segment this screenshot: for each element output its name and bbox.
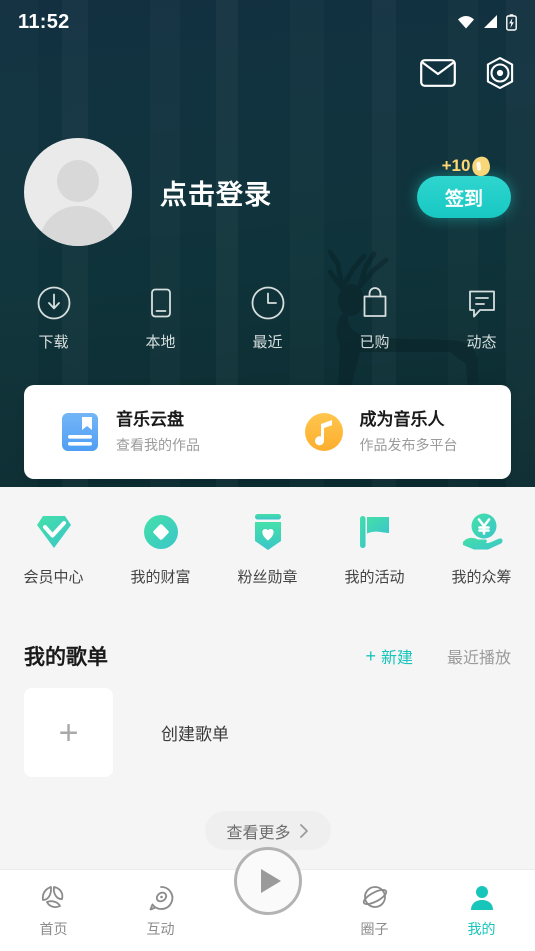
- new-playlist-label: 新建: [380, 650, 413, 667]
- playlist-section-header: 我的歌单 + 新建 最近播放: [0, 636, 535, 676]
- card-title: 成为音乐人: [359, 410, 445, 430]
- play-button[interactable]: [233, 847, 302, 915]
- entry-label: 粉丝勋章: [237, 569, 298, 586]
- entry-item-fan-medal[interactable]: 粉丝勋章: [214, 508, 321, 587]
- settings-icon[interactable]: [479, 52, 521, 94]
- entry-icons-row: 会员中心 我的财富 粉丝勋章 我的活动 我的众筹: [0, 508, 535, 587]
- cellular-signal-icon: [484, 15, 497, 28]
- cloud-disk-card: 音乐云盘 查看我的作品 成为音乐人 作品发布多平台: [24, 385, 511, 479]
- plus-icon: +: [365, 646, 376, 666]
- tab-label: 互动: [146, 920, 175, 937]
- recent-played-button[interactable]: 最近播放: [447, 644, 511, 668]
- header-actions: [417, 52, 521, 94]
- app-screen: 11:52 点击登录 +10 签到 下载 本地 最近 已购 动态 音乐云盘 查看…: [0, 0, 535, 951]
- new-playlist-button[interactable]: + 新建: [365, 644, 413, 668]
- quicknav-item-download[interactable]: 下载: [0, 285, 107, 352]
- avatar[interactable]: [24, 138, 132, 246]
- card-subtitle: 查看我的作品: [116, 436, 200, 453]
- coin-icon: [469, 154, 493, 178]
- signin-reward-badge: +10: [431, 152, 501, 180]
- entry-label: 会员中心: [23, 569, 84, 586]
- cloud-disk-icon: [62, 413, 98, 451]
- signin-area: +10 签到: [417, 152, 515, 218]
- chevron-right-icon: [299, 823, 308, 838]
- quicknav-label: 已购: [359, 334, 390, 351]
- create-playlist-tile[interactable]: +: [24, 688, 113, 777]
- tab-home[interactable]: 首页: [0, 870, 107, 951]
- quicknav-item-activity[interactable]: 动态: [428, 285, 535, 352]
- create-playlist-row[interactable]: + 创建歌单: [24, 688, 511, 777]
- create-playlist-label: 创建歌单: [161, 725, 229, 744]
- entry-item-vip-center[interactable]: 会员中心: [0, 508, 107, 587]
- login-prompt[interactable]: 点击登录: [160, 173, 272, 212]
- tab-label: 圈子: [360, 920, 389, 937]
- quicknav-label: 下载: [38, 334, 69, 351]
- crowdfunding-hand-icon: [462, 513, 502, 550]
- card-title: 音乐云盘: [116, 410, 184, 430]
- circle-community-icon: [362, 885, 387, 908]
- quicknav-label: 最近: [252, 334, 283, 351]
- card-texts: 成为音乐人 作品发布多平台: [360, 409, 458, 455]
- signin-button[interactable]: 签到: [417, 176, 511, 218]
- status-bar: 11:52: [0, 0, 535, 44]
- coin-circle-icon: [143, 515, 178, 549]
- phone-icon: [150, 288, 171, 318]
- card-subtitle: 作品发布多平台: [359, 436, 458, 453]
- quicknav-label: 本地: [145, 334, 176, 351]
- interaction-icon: [149, 885, 173, 910]
- battery-charging-icon: [506, 13, 517, 31]
- card-item-cloud-disk[interactable]: 音乐云盘 查看我的作品: [24, 385, 268, 479]
- message-icon: [468, 290, 495, 318]
- tab-community[interactable]: 圈子: [321, 870, 428, 951]
- clock-icon: [251, 286, 284, 320]
- tab-interaction[interactable]: 互动: [107, 870, 214, 951]
- quicknav-item-purchased[interactable]: 已购: [321, 285, 428, 352]
- vip-diamond-icon: [36, 516, 71, 548]
- entry-item-my-activity[interactable]: 我的活动: [321, 508, 428, 587]
- view-more-label: 查看更多: [226, 824, 291, 842]
- person-icon: [470, 885, 493, 910]
- tab-mine[interactable]: 我的: [428, 870, 535, 951]
- quick-nav-row: 下载 本地 最近 已购 动态: [0, 285, 535, 352]
- avatar-head: [57, 160, 99, 202]
- avatar-body: [39, 206, 117, 246]
- plus-icon: +: [58, 713, 79, 752]
- page-title: 我的歌单: [24, 646, 108, 669]
- view-more-button[interactable]: 查看更多: [204, 811, 331, 850]
- entry-label: 我的活动: [344, 569, 405, 586]
- profile-login-area[interactable]: 点击登录: [24, 138, 272, 246]
- status-icons: [456, 13, 517, 31]
- entry-label: 我的众筹: [451, 569, 512, 586]
- quicknav-item-recent[interactable]: 最近: [214, 285, 321, 352]
- entry-item-my-wealth[interactable]: 我的财富: [107, 508, 214, 587]
- quicknav-item-local[interactable]: 本地: [107, 285, 214, 352]
- card-item-become-musician[interactable]: 成为音乐人 作品发布多平台: [268, 385, 512, 479]
- music-note-icon: [304, 413, 343, 451]
- shopping-bag-icon: [363, 287, 386, 317]
- entry-item-my-crowdfunding[interactable]: 我的众筹: [428, 508, 535, 587]
- flag-icon: [359, 516, 389, 548]
- tab-label: 我的: [467, 920, 496, 937]
- signin-reward-text: +10: [441, 156, 471, 175]
- status-time: 11:52: [18, 10, 70, 33]
- download-circle-icon: [37, 286, 70, 320]
- play-icon: [260, 869, 281, 893]
- tab-label: 首页: [39, 920, 68, 937]
- wifi-icon: [458, 16, 474, 29]
- medal-heart-icon: [254, 514, 281, 550]
- home-icon: [41, 885, 63, 908]
- mail-icon[interactable]: [417, 52, 459, 94]
- entry-label: 我的财富: [130, 569, 191, 586]
- quicknav-label: 动态: [466, 334, 497, 351]
- card-texts: 音乐云盘 查看我的作品: [116, 409, 200, 455]
